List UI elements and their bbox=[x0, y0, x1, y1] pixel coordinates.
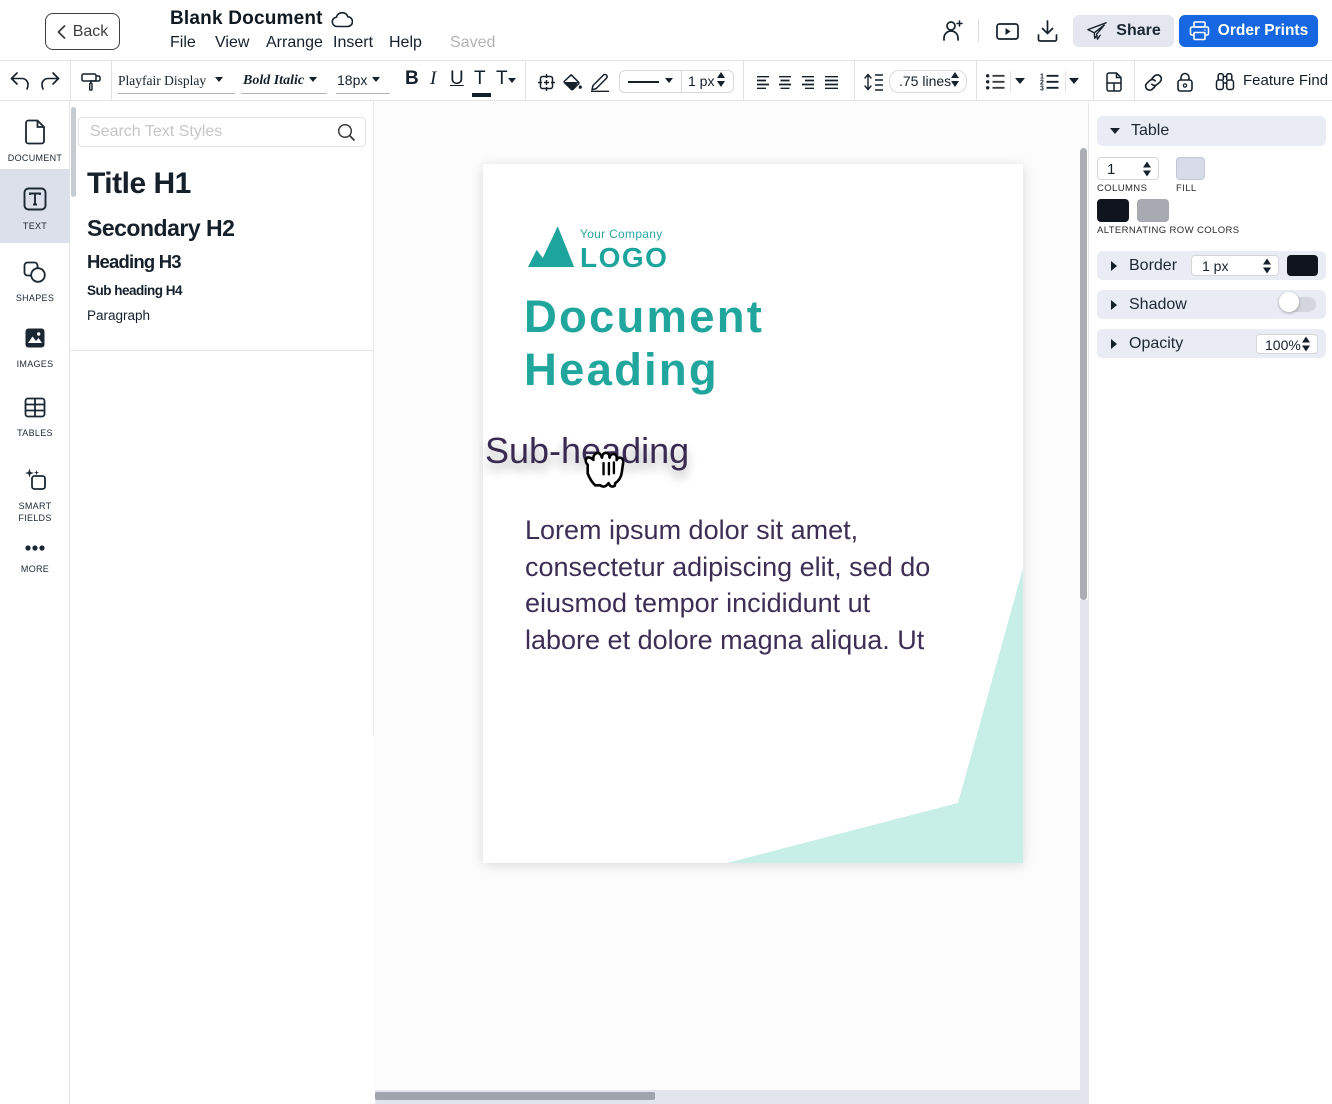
svg-text:LOGO: LOGO bbox=[580, 242, 668, 273]
svg-text:3: 3 bbox=[1040, 86, 1044, 92]
svg-text:Your Company: Your Company bbox=[580, 227, 663, 241]
